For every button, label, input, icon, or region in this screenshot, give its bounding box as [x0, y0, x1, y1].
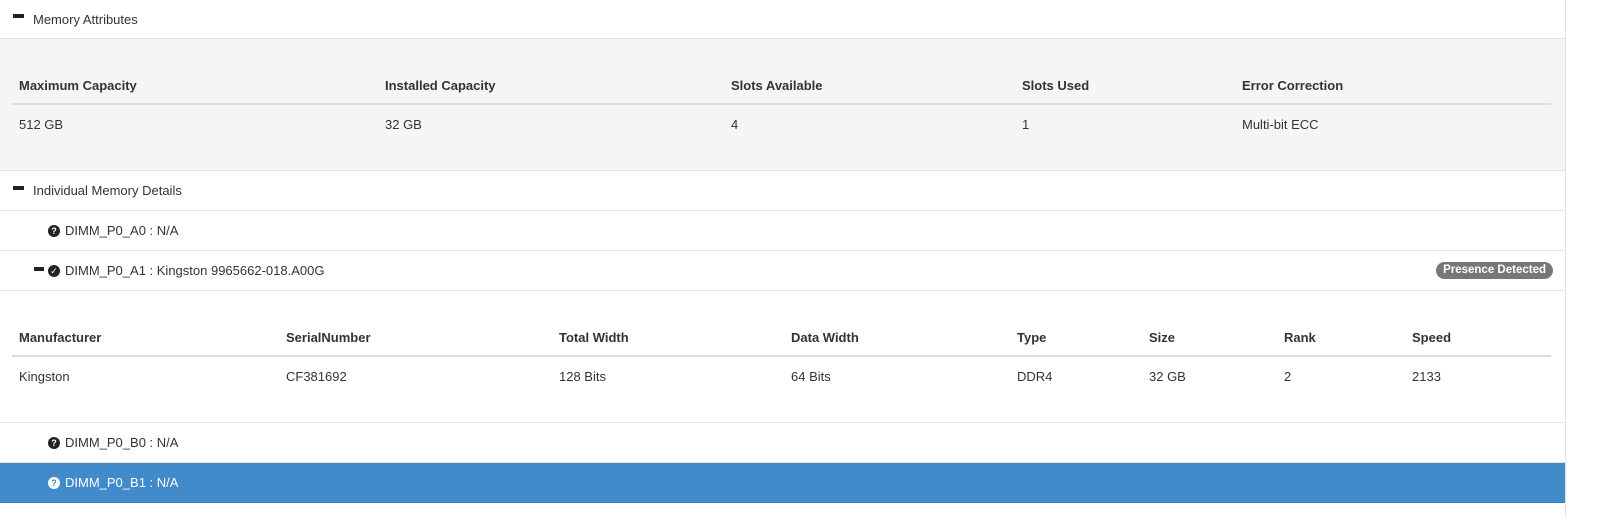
table-row: Kingston CF381692 128 Bits 64 Bits DDR4 … [12, 357, 1551, 395]
question-circle-icon: ? [48, 224, 60, 237]
check-circle-icon: ✓ [48, 264, 60, 277]
dimm-label: DIMM_P0_B1 : N/A [65, 475, 179, 490]
column-header: Maximum Capacity [19, 77, 137, 93]
dimm-row-p0-a0[interactable]: ? DIMM_P0_A0 : N/A [0, 211, 1565, 251]
individual-memory-details-header[interactable]: Individual Memory Details [0, 171, 1565, 211]
table-cell: 32 GB [385, 116, 422, 132]
column-header: Manufacturer [19, 329, 102, 345]
table-cell: Multi-bit ECC [1242, 116, 1319, 132]
table-cell: CF381692 [286, 368, 347, 384]
column-header: Data Width [791, 329, 859, 345]
question-circle-icon: ? [48, 476, 60, 489]
table-row: 512 GB 32 GB 4 1 Multi-bit ECC [12, 105, 1551, 143]
individual-memory-details-title: Individual Memory Details [33, 183, 182, 198]
table-cell: 128 Bits [559, 368, 606, 384]
table-cell: 512 GB [19, 116, 64, 132]
memory-page: Memory Attributes Maximum Capacity Insta… [0, 0, 1566, 518]
table-cell: 2133 [1412, 368, 1441, 384]
table-cell: 64 Bits [791, 368, 831, 384]
column-header: Installed Capacity [385, 77, 496, 93]
dimm-label: DIMM_P0_A1 : Kingston 9965662-018.A00G [65, 263, 325, 278]
table-cell: 32 GB [1149, 368, 1186, 384]
table-cell: Kingston [19, 368, 70, 384]
column-header: Size [1149, 329, 1176, 345]
memory-attributes-panel: Maximum Capacity Installed Capacity Slot… [0, 39, 1565, 171]
column-header: Type [1017, 329, 1047, 345]
memory-attributes-table: Maximum Capacity Installed Capacity Slot… [12, 67, 1551, 143]
column-header: Rank [1284, 329, 1316, 345]
table-cell: 2 [1284, 368, 1292, 384]
memory-attributes-title: Memory Attributes [33, 11, 138, 27]
dimm-detail-table: Manufacturer SerialNumber Total Width Da… [12, 319, 1551, 395]
column-header: Slots Used [1022, 77, 1090, 93]
column-header: Speed [1412, 329, 1452, 345]
dimm-label: DIMM_P0_A0 : N/A [65, 223, 179, 238]
dimm-row-p0-b0[interactable]: ? DIMM_P0_B0 : N/A [0, 423, 1565, 463]
minus-icon[interactable] [13, 185, 24, 190]
table-cell: 1 [1022, 116, 1030, 132]
dimm-row-p0-b1[interactable]: ? DIMM_P0_B1 : N/A [0, 463, 1565, 503]
column-header: Total Width [559, 329, 629, 345]
dimm-label: DIMM_P0_B0 : N/A [65, 435, 179, 450]
table-cell: DDR4 [1017, 368, 1053, 384]
table-header-row: Maximum Capacity Installed Capacity Slot… [12, 67, 1551, 105]
table-header-row: Manufacturer SerialNumber Total Width Da… [12, 319, 1551, 357]
dimm-detail-panel: Manufacturer SerialNumber Total Width Da… [0, 291, 1565, 423]
minus-icon[interactable] [34, 266, 44, 271]
memory-attributes-header[interactable]: Memory Attributes [0, 0, 1565, 39]
minus-icon[interactable] [13, 14, 24, 18]
column-header: Slots Available [731, 77, 823, 93]
column-header: SerialNumber [286, 329, 371, 345]
question-circle-icon: ? [48, 436, 60, 449]
status-badge: Presence Detected [1436, 262, 1553, 279]
column-header: Error Correction [1242, 77, 1344, 93]
dimm-row-p0-a1[interactable]: ✓ DIMM_P0_A1 : Kingston 9965662-018.A00G… [0, 251, 1565, 291]
table-cell: 4 [731, 116, 739, 132]
